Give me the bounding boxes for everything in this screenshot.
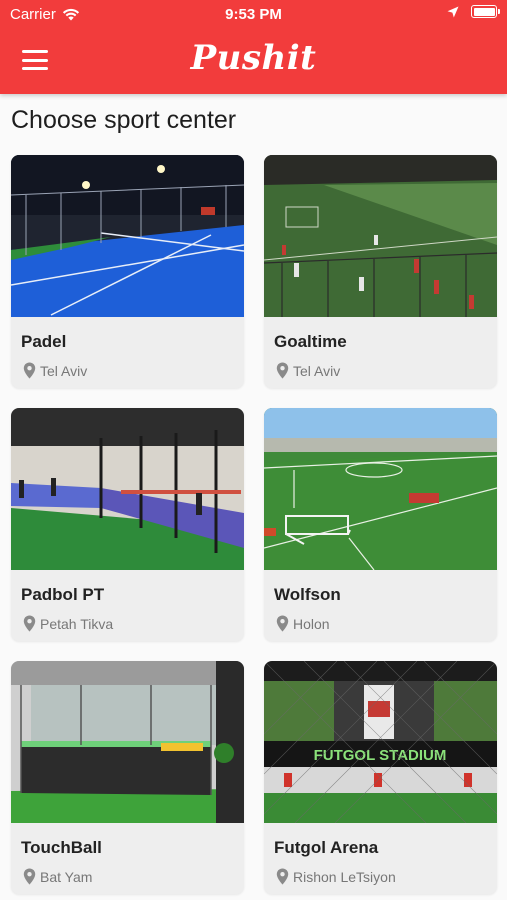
sport-center-city: Petah Tikva (40, 615, 114, 632)
sport-center-name: Wolfson (274, 585, 341, 604)
location-pin-icon (276, 615, 289, 632)
sport-center-name: Goaltime (274, 332, 347, 351)
padel-court-photo (11, 155, 244, 317)
touchball-arena-photo (11, 661, 244, 823)
sport-center-card-goaltime[interactable]: Goaltime Tel Aviv (264, 155, 497, 388)
location-pin-icon (23, 615, 36, 632)
sport-center-location: Tel Aviv (276, 362, 497, 379)
status-bar: Carrier 9:53 PM (0, 0, 507, 28)
sport-center-card-wolfson[interactable]: Wolfson Holon (264, 408, 497, 641)
sport-center-city: Tel Aviv (40, 362, 88, 379)
status-time: 9:53 PM (225, 6, 282, 23)
location-pin-icon (23, 868, 36, 885)
sport-center-location: Petah Tikva (23, 615, 244, 632)
sport-center-city: Rishon LeTsiyon (293, 868, 396, 885)
status-right-icons (447, 5, 500, 18)
goaltime-field-photo (264, 155, 497, 317)
stadium-sign-text: FUTGOL STADIUM (314, 747, 447, 764)
sport-center-location: Bat Yam (23, 868, 244, 885)
sport-center-location: Rishon LeTsiyon (276, 868, 497, 885)
page-title: Choose sport center (11, 106, 237, 134)
location-pin-icon (276, 362, 289, 379)
battery-icon (471, 5, 500, 18)
sport-center-city: Tel Aviv (293, 362, 341, 379)
sport-center-name: Padbol PT (21, 585, 105, 604)
app-logo: Pushit (190, 38, 317, 78)
sport-center-card-padbol-pt[interactable]: Padbol PT Petah Tikva (11, 408, 244, 641)
futgol-stadium-photo: FUTGOL STADIUM (264, 661, 497, 823)
sport-center-location: Tel Aviv (23, 362, 244, 379)
padbol-court-photo (11, 408, 244, 570)
sport-center-name: TouchBall (21, 838, 102, 857)
sport-center-city: Bat Yam (40, 868, 93, 885)
sport-center-card-padel[interactable]: Padel Tel Aviv (11, 155, 244, 388)
sport-center-grid: Padel Tel Aviv Goaltime Tel Aviv Padbol … (11, 155, 497, 894)
sport-center-name: Padel (21, 332, 67, 351)
sport-center-location: Holon (276, 615, 497, 632)
location-arrow-icon (447, 6, 459, 17)
wolfson-field-photo (264, 408, 497, 570)
sport-center-city: Holon (293, 615, 330, 632)
app-header: Carrier 9:53 PM Pushit (0, 0, 507, 94)
sport-center-card-touchball[interactable]: TouchBall Bat Yam (11, 661, 244, 894)
sport-center-card-futgol-arena[interactable]: FUTGOL STADIUM Futgol Arena Rishon LeTsi… (264, 661, 497, 894)
location-pin-icon (276, 868, 289, 885)
location-pin-icon (23, 362, 36, 379)
sport-center-name: Futgol Arena (274, 838, 379, 857)
